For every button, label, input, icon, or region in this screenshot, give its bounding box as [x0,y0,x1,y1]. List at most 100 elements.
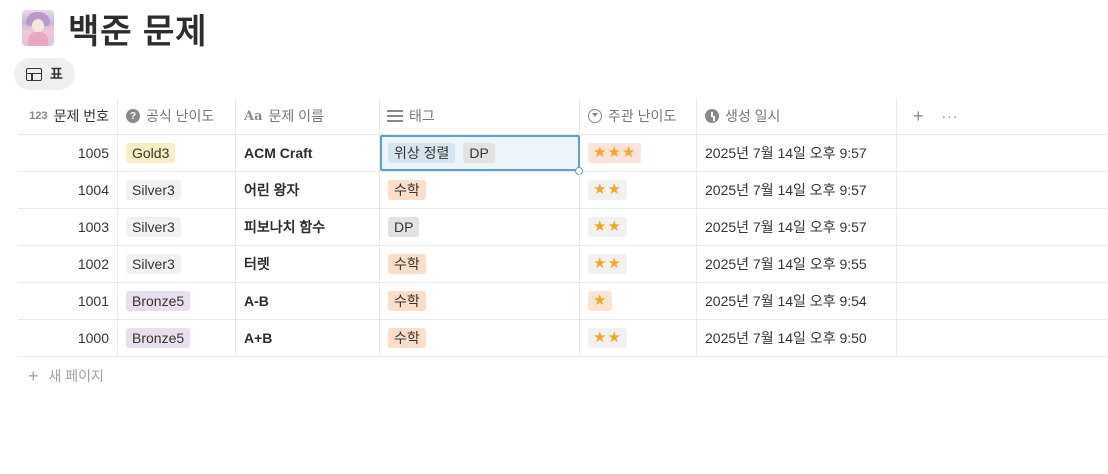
name-cell[interactable]: 어린 왕자 [236,172,380,208]
difficulty-cell[interactable]: ★★ [580,320,697,356]
empty-cell [897,209,1108,245]
tier-cell[interactable]: Silver3 [118,172,236,208]
created-cell[interactable]: 2025년 7월 14일 오후 9:57 [697,209,897,245]
table-row[interactable]: 1003 Silver3 피보나치 함수 DP ★★ 2025년 7월 14일 … [18,209,1108,246]
tier-cell[interactable]: Gold3 [118,135,236,171]
star-rating: ★★ [588,254,627,274]
tier-cell[interactable]: Silver3 [118,209,236,245]
column-header-label: 주관 난이도 [608,108,677,124]
header-actions: + ··· [897,98,1108,134]
tags-cell[interactable]: 수학 [380,320,580,356]
table-row[interactable]: 1000 Bronze5 A+B 수학 ★★ 2025년 7월 14일 오후 9… [18,320,1108,357]
help-circle-icon: ? [126,109,140,123]
created-cell[interactable]: 2025년 7월 14일 오후 9:54 [697,283,897,319]
star-rating: ★★ [588,328,627,348]
view-tab-table[interactable]: 표 [14,58,75,90]
column-header-label: 생성 일시 [725,108,781,124]
star-rating: ★★★ [588,143,642,163]
created-date: 2025년 7월 14일 오후 9:57 [705,219,867,235]
problem-number[interactable]: 1003 [18,209,118,245]
new-page-button[interactable]: + 새 페이지 [28,366,104,386]
page-header: 백준 문제 [18,4,208,53]
star-rating: ★★ [588,180,627,200]
column-header-label: 태그 [409,108,435,124]
column-header-number[interactable]: 123 문제 번호 [18,98,118,134]
plus-icon: + [28,366,39,386]
problem-name: 터렛 [244,256,270,272]
tier-tag: Silver3 [126,217,181,237]
table-header: 123 문제 번호 ? 공식 난이도 Aa 문제 이름 태그 주관 난이도 생성… [18,98,1108,135]
problem-number[interactable]: 1001 [18,283,118,319]
tier-cell[interactable]: Bronze5 [118,283,236,319]
column-header-name[interactable]: Aa 문제 이름 [236,98,380,134]
more-options-icon[interactable]: ··· [942,108,959,124]
empty-cell [897,246,1108,282]
tier-cell[interactable]: Bronze5 [118,320,236,356]
column-header-tags[interactable]: 태그 [380,98,580,134]
problem-name: 어린 왕자 [244,182,300,198]
tag: 수학 [388,291,426,311]
column-header-label: 문제 이름 [268,108,324,124]
column-header-difficulty[interactable]: 주관 난이도 [580,98,697,134]
created-cell[interactable]: 2025년 7월 14일 오후 9:57 [697,172,897,208]
view-tab-label: 표 [50,66,63,82]
name-cell[interactable]: 터렛 [236,246,380,282]
created-cell[interactable]: 2025년 7월 14일 오후 9:57 [697,135,897,171]
table-row[interactable]: 1005 Gold3 ACM Craft 위상 정렬 DP ★★★ 2025년 … [18,135,1108,175]
page-title[interactable]: 백준 문제 [68,4,208,53]
empty-cell [897,283,1108,319]
created-cell[interactable]: 2025년 7월 14일 오후 9:55 [697,246,897,282]
problem-number[interactable]: 1004 [18,172,118,208]
table-icon [26,67,42,81]
tags-cell[interactable]: 수학 [380,246,580,282]
name-cell[interactable]: 피보나치 함수 [236,209,380,245]
empty-cell [897,135,1108,171]
tags-cell[interactable]: 수학 [380,172,580,208]
tag: 수학 [388,328,426,348]
problem-name: A+B [244,330,273,346]
anime-avatar-icon[interactable] [22,10,54,46]
tags-cell[interactable]: 수학 [380,283,580,319]
name-cell[interactable]: A+B [236,320,380,356]
problem-number[interactable]: 1002 [18,246,118,282]
tier-tag: Silver3 [126,254,181,274]
tag: 위상 정렬 [388,143,456,163]
tag: DP [388,217,420,237]
table-row[interactable]: 1004 Silver3 어린 왕자 수학 ★★ 2025년 7월 14일 오후… [18,172,1108,209]
problem-name: 피보나치 함수 [244,219,326,235]
difficulty-cell[interactable]: ★★ [580,246,697,282]
name-cell[interactable]: A-B [236,283,380,319]
column-header-tier[interactable]: ? 공식 난이도 [118,98,236,134]
tier-tag: Bronze5 [126,291,191,311]
tier-cell[interactable]: Silver3 [118,246,236,282]
problem-name: A-B [244,293,269,309]
difficulty-cell[interactable]: ★★ [580,172,697,208]
column-header-created[interactable]: 생성 일시 [697,98,897,134]
add-property-icon[interactable]: + [913,106,924,127]
created-date: 2025년 7월 14일 오후 9:50 [705,330,867,346]
difficulty-cell[interactable]: ★ [580,283,697,319]
difficulty-cell[interactable]: ★★ [580,209,697,245]
tier-tag: Gold3 [126,143,176,163]
database-table: 123 문제 번호 ? 공식 난이도 Aa 문제 이름 태그 주관 난이도 생성… [18,98,1108,357]
problem-number[interactable]: 1005 [18,135,118,171]
name-cell[interactable]: ACM Craft [236,135,380,171]
table-row[interactable]: 1002 Silver3 터렛 수학 ★★ 2025년 7월 14일 오후 9:… [18,246,1108,283]
tags-cell-selected[interactable]: 위상 정렬 DP [380,135,583,175]
problem-name: ACM Craft [244,145,313,161]
select-icon [588,109,602,123]
problem-number[interactable]: 1000 [18,320,118,356]
star-rating: ★ [588,291,613,311]
tier-tag: Silver3 [126,180,181,200]
tag: 수학 [388,180,426,200]
created-cell[interactable]: 2025년 7월 14일 오후 9:50 [697,320,897,356]
table-row[interactable]: 1001 Bronze5 A-B 수학 ★ 2025년 7월 14일 오후 9:… [18,283,1108,320]
created-date: 2025년 7월 14일 오후 9:57 [705,182,867,198]
tier-tag: Bronze5 [126,328,191,348]
difficulty-cell[interactable]: ★★★ [580,135,697,171]
number-icon: 123 [29,110,48,122]
tags-cell[interactable]: DP [380,209,580,245]
list-icon [387,110,403,122]
star-rating: ★★ [588,217,627,237]
empty-cell [897,320,1108,356]
